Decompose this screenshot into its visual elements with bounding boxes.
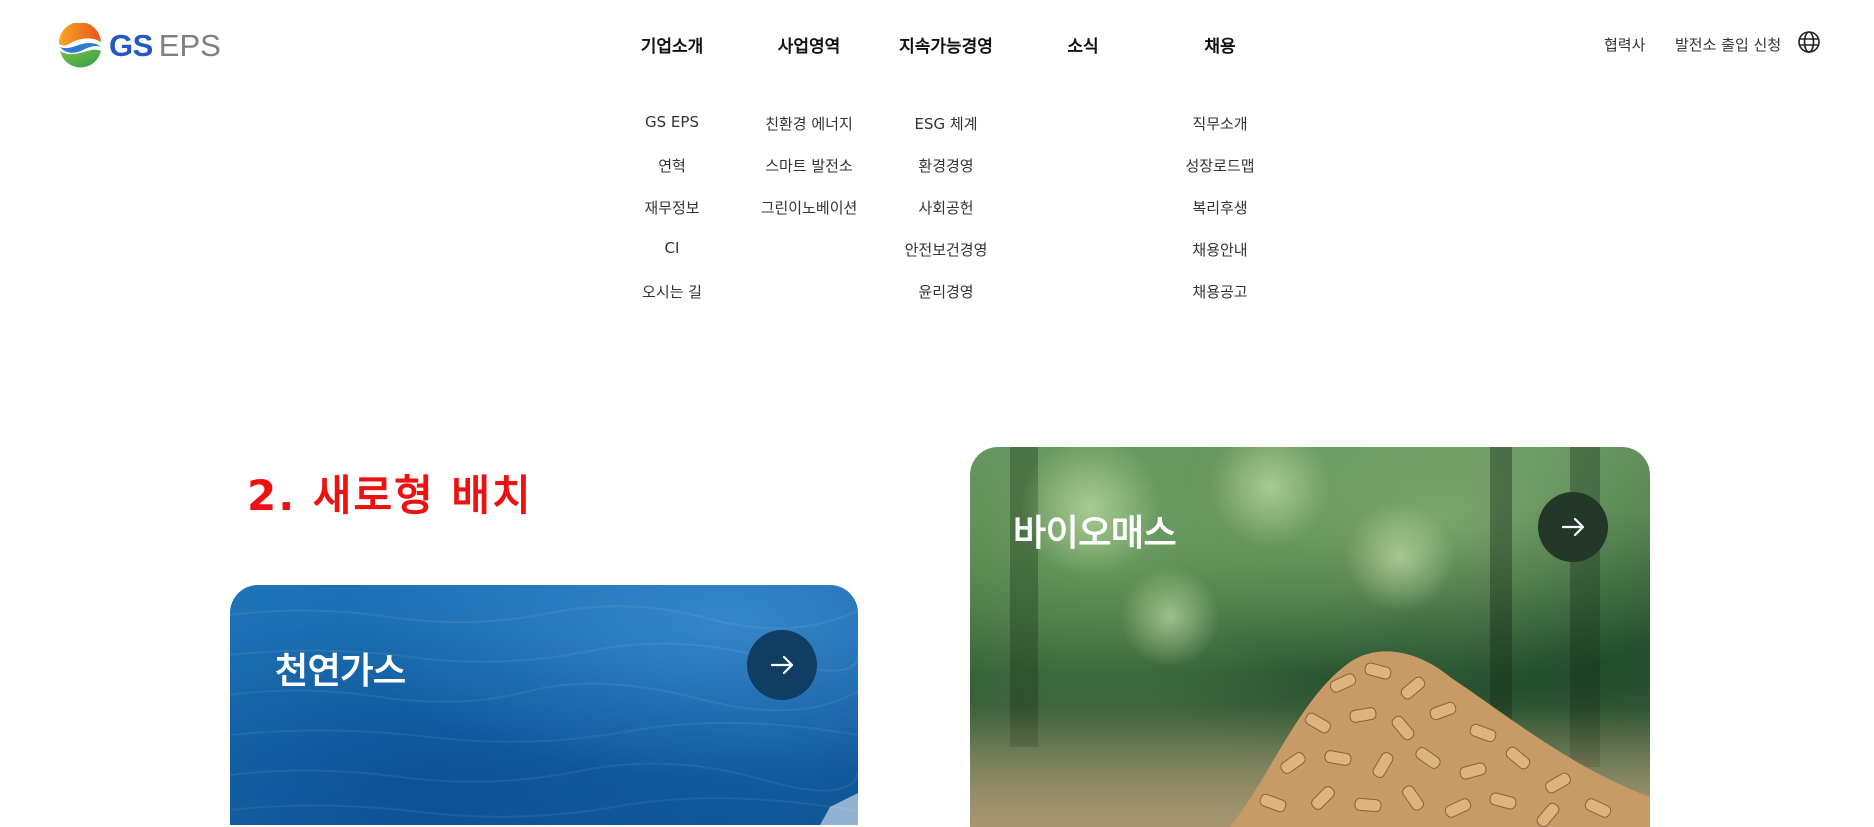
ocean-texture — [230, 605, 858, 825]
submenu-item[interactable]: 오시는 길 — [642, 281, 702, 302]
card-title-biomass: 바이오매스 — [1013, 513, 1177, 554]
partner-link[interactable]: 협력사 — [1604, 34, 1645, 55]
section-title: 2. 새로형 배치 — [247, 471, 533, 520]
submenu-item[interactable]: ESG 체계 — [915, 113, 978, 134]
biomass-card[interactable]: 바이오매스 — [970, 447, 1650, 827]
submenu-item[interactable]: CI — [665, 239, 680, 257]
submenu-item[interactable]: 연혁 — [658, 155, 686, 176]
globe-icon[interactable] — [1797, 30, 1821, 54]
submenu-item[interactable]: 사회공헌 — [918, 197, 973, 218]
submenu-item[interactable]: 성장로드맵 — [1185, 155, 1254, 176]
submenu-item[interactable]: 복리후생 — [1192, 197, 1247, 218]
arrow-right-icon — [770, 655, 794, 675]
biomass-arrow-button[interactable] — [1538, 492, 1608, 562]
natural-gas-card[interactable]: 천연가스 — [230, 585, 858, 825]
natural-gas-arrow-button[interactable] — [747, 630, 817, 700]
arrow-right-icon — [1561, 517, 1585, 537]
card-title-natural-gas: 천연가스 — [275, 651, 406, 692]
submenu-item[interactable]: GS EPS — [645, 113, 699, 131]
site-logo[interactable]: GS EPS — [57, 23, 221, 69]
gs-logo-icon — [58, 23, 102, 68]
nav-recruit[interactable]: 채용 — [1204, 32, 1235, 57]
plant-access-link[interactable]: 발전소 출입 신청 — [1675, 34, 1781, 55]
logo-product-text: EPS — [158, 28, 221, 63]
submenu-item[interactable]: 환경경영 — [918, 155, 973, 176]
logo-brand-text: GS — [109, 28, 153, 63]
nav-sustainability[interactable]: 지속가능경영 — [899, 32, 993, 57]
nav-business[interactable]: 사업영역 — [778, 32, 841, 57]
submenu-item[interactable]: 채용안내 — [1192, 239, 1247, 260]
submenu-item[interactable]: 직무소개 — [1192, 113, 1247, 134]
submenu-item[interactable]: 재무정보 — [644, 197, 699, 218]
submenu-item[interactable]: 그린이노베이션 — [761, 197, 858, 218]
nav-news[interactable]: 소식 — [1067, 32, 1098, 57]
submenu-item[interactable]: 친환경 에너지 — [765, 113, 853, 134]
submenu-item[interactable]: 스마트 발전소 — [765, 155, 853, 176]
submenu-item[interactable]: 윤리경영 — [918, 281, 973, 302]
submenu-item[interactable]: 안전보건경영 — [905, 239, 988, 260]
submenu-item[interactable]: 채용공고 — [1192, 281, 1247, 302]
nav-company[interactable]: 기업소개 — [641, 32, 704, 57]
